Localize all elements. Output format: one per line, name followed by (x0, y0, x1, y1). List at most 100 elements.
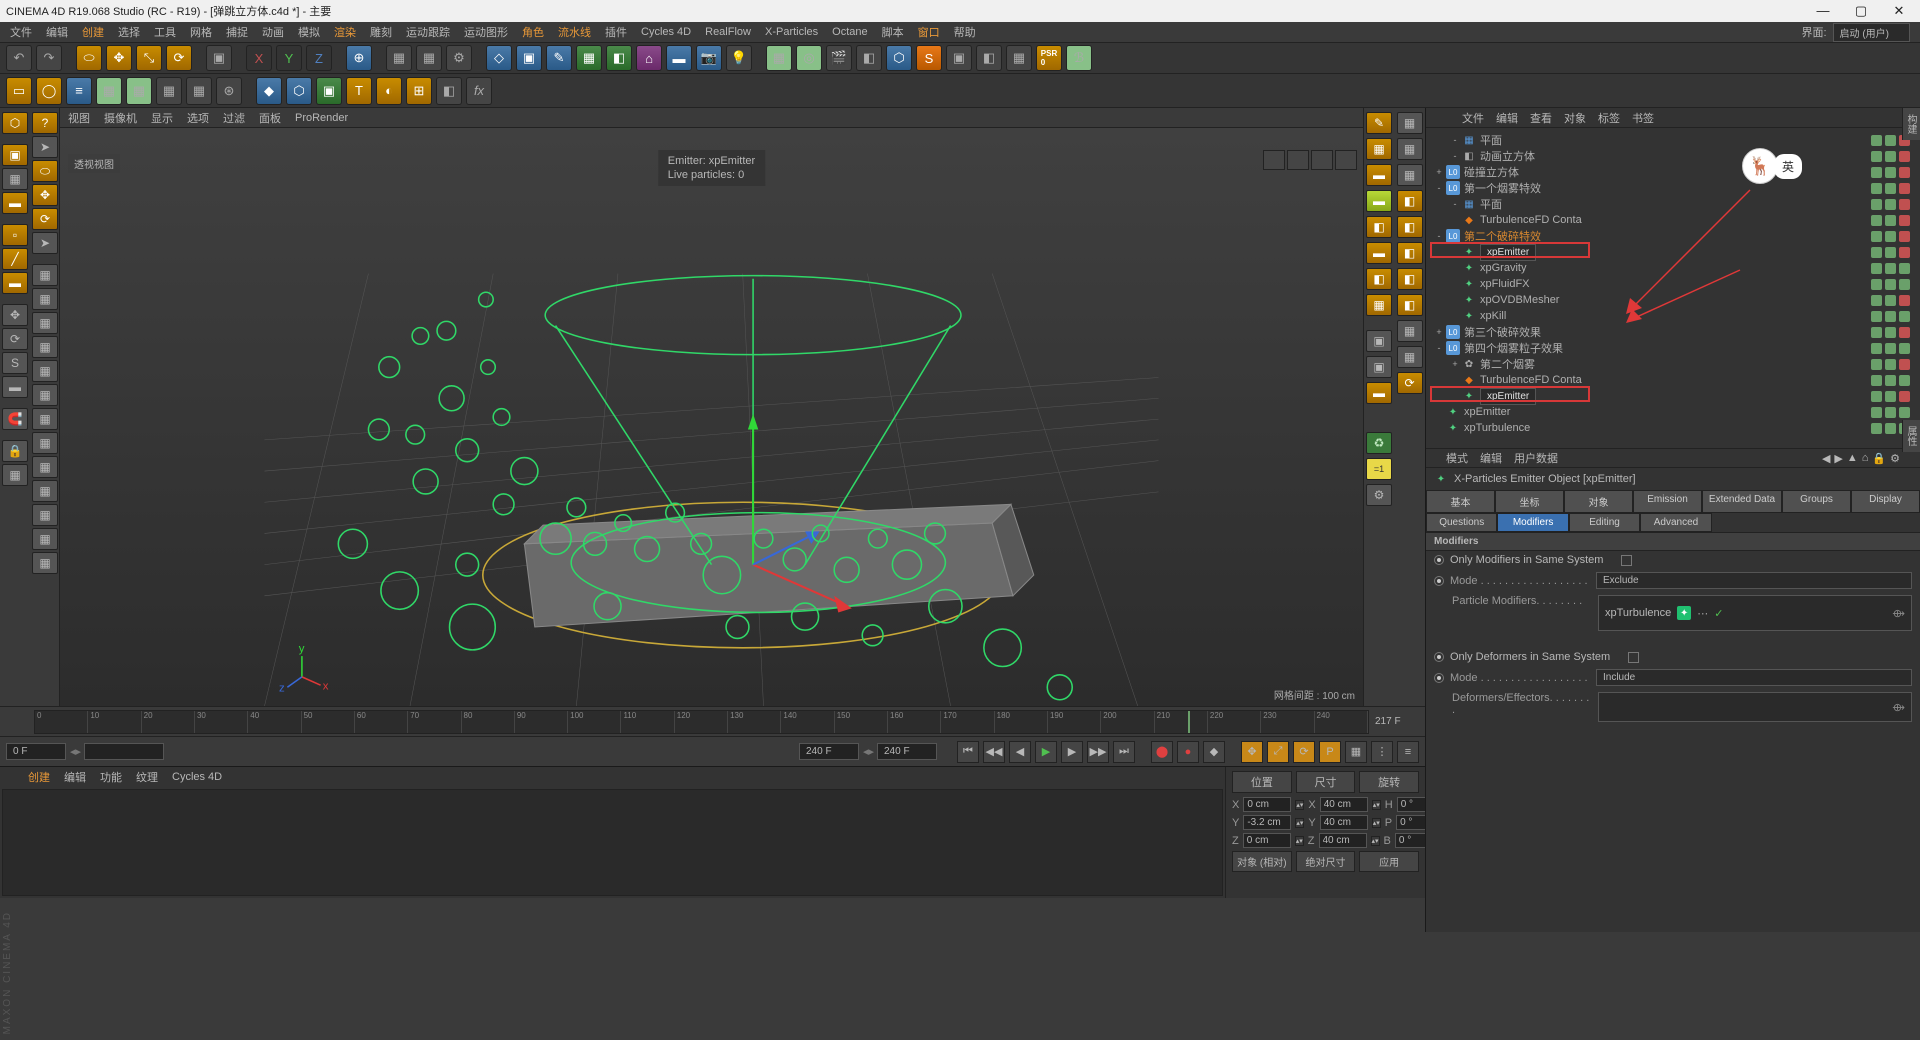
swatch-e[interactable]: ▦ (32, 360, 58, 382)
maximize-button[interactable]: ▢ (1846, 3, 1876, 19)
menu-create[interactable]: 创建 (82, 24, 104, 40)
visibility-dot[interactable] (1885, 199, 1896, 210)
magnet-button[interactable]: 🧲 (2, 408, 28, 430)
menu-snap[interactable]: 捕捉 (226, 24, 248, 40)
plugin-d-button[interactable]: ℬ (1066, 45, 1092, 71)
null-button[interactable]: ◇ (486, 45, 512, 71)
bend-button[interactable]: ⌂ (636, 45, 662, 71)
livesel-button[interactable]: ⬭ (32, 160, 58, 182)
object-name[interactable]: xpGravity (1480, 262, 1526, 274)
coord-objrel-select[interactable]: 对象 (相对) (1232, 851, 1292, 872)
object-name[interactable]: TurbulenceFD Conta (1480, 214, 1582, 226)
om-row[interactable]: ✦xpOVDBMesher (1426, 292, 1920, 308)
plugin-a-button[interactable]: ▣ (946, 45, 972, 71)
keyframe-button[interactable]: ◆ (1203, 741, 1225, 763)
om-tab-tag[interactable]: 标签 (1598, 110, 1620, 126)
swatch-c[interactable]: ▦ (32, 312, 58, 334)
swatch-d[interactable]: ▦ (32, 336, 58, 358)
next-frame-button[interactable]: ▶ (1061, 741, 1083, 763)
point-mode-button[interactable]: ▫ (2, 224, 28, 246)
menu-select[interactable]: 选择 (118, 24, 140, 40)
snap-button[interactable]: S (2, 352, 28, 374)
spinner[interactable]: ▴▾ (1372, 800, 1381, 810)
floor-button[interactable]: ▬ (666, 45, 692, 71)
preset-h[interactable]: ⬡ (286, 77, 312, 105)
swatch-i[interactable]: ▦ (32, 456, 58, 478)
om-row[interactable]: +L0第三个破碎效果 (1426, 324, 1920, 340)
axis-z-button[interactable]: Z (306, 45, 332, 71)
menu-realflow[interactable]: RealFlow (705, 26, 751, 38)
mograph-cloner-button[interactable]: ▦ (766, 45, 792, 71)
frame-end2-input[interactable] (877, 743, 937, 760)
lock-button[interactable]: 🔒 (2, 440, 28, 462)
timeline-ruler[interactable]: 0102030405060708090100110120130140150160… (34, 710, 1369, 734)
mograph-effector-button[interactable]: ◎ (796, 45, 822, 71)
mat-tab-edit[interactable]: 编辑 (64, 769, 86, 785)
menu-plugins[interactable]: 插件 (605, 24, 627, 40)
mat-tab-tex[interactable]: 纹理 (136, 769, 158, 785)
palette-f[interactable]: ▬ (1366, 242, 1392, 264)
om-tab-bm[interactable]: 书签 (1632, 110, 1654, 126)
om-row[interactable]: ◆TurbulenceFD Conta (1426, 372, 1920, 388)
menu-scripts[interactable]: 脚本 (882, 24, 904, 40)
visibility-dot[interactable] (1899, 183, 1910, 194)
visibility-dot[interactable] (1885, 311, 1896, 322)
object-name[interactable]: TurbulenceFD Conta (1480, 374, 1582, 386)
key-rot-button[interactable]: ⟳ (1293, 741, 1315, 763)
attr-tab-advanced[interactable]: Advanced (1640, 513, 1711, 532)
swatch-k[interactable]: ▦ (32, 504, 58, 526)
preset-a[interactable]: ≡ (66, 77, 92, 105)
swatch-b[interactable]: ▦ (32, 288, 58, 310)
swatch-m[interactable]: ▦ (32, 552, 58, 574)
gear-button[interactable]: ⚙ (1366, 484, 1392, 506)
menu-render[interactable]: 渲染 (334, 24, 356, 40)
poly-mode-button[interactable]: ▬ (2, 272, 28, 294)
key-pla-button[interactable]: ▦ (1345, 741, 1367, 763)
menu-xparticles[interactable]: X-Particles (765, 26, 818, 38)
object-name[interactable]: 第二个烟雾 (1480, 356, 1535, 372)
visibility-dot[interactable] (1885, 247, 1896, 258)
goto-start-button[interactable]: ⏮ (957, 741, 979, 763)
palette-k[interactable]: ▬ (1366, 382, 1392, 404)
attr-tab-coord[interactable]: 坐标 (1495, 490, 1564, 513)
rotate-tool[interactable]: ⟳ (166, 45, 192, 71)
preset-l[interactable]: ◧ (436, 77, 462, 105)
frame-slider-input[interactable] (84, 743, 164, 760)
preset-fx[interactable]: fx (466, 77, 492, 105)
visibility-dot[interactable] (1885, 327, 1896, 338)
preset-i[interactable]: ▣ (316, 77, 342, 105)
visibility-dot[interactable] (1899, 407, 1910, 418)
om-row[interactable]: +✿第二个烟雾 (1426, 356, 1920, 372)
undo-button[interactable]: ↶ (6, 45, 32, 71)
move-tool[interactable]: ✥ (106, 45, 132, 71)
visibility-dot[interactable] (1871, 263, 1882, 274)
palette-h[interactable]: ▦ (1366, 294, 1392, 316)
attr-tab-editing[interactable]: Editing (1569, 513, 1640, 532)
om-row[interactable]: -L0第四个烟雾粒子效果 (1426, 340, 1920, 356)
only-def-radio[interactable] (1434, 652, 1444, 662)
only-def-check[interactable] (1628, 652, 1639, 663)
preset-e[interactable]: ▦ (186, 77, 212, 105)
preset-text[interactable]: T (346, 77, 372, 105)
menu-track[interactable]: 运动跟踪 (406, 24, 450, 40)
edge-mode-button[interactable]: ╱ (2, 248, 28, 270)
prev-frame-button[interactable]: ◀ (1009, 741, 1031, 763)
record-button[interactable]: ⬤ (1151, 741, 1173, 763)
visibility-dot[interactable] (1899, 343, 1910, 354)
visibility-dot[interactable] (1899, 279, 1910, 290)
om-tab-file[interactable]: 文件 (1462, 110, 1484, 126)
palette2-i[interactable]: ▦ (1397, 320, 1423, 342)
preset-f[interactable]: ⊛ (216, 77, 242, 105)
frame-start-input[interactable] (6, 743, 66, 760)
texture-mode-button[interactable]: ▦ (2, 168, 28, 190)
palette-g[interactable]: ◧ (1366, 268, 1392, 290)
om-row[interactable]: ✦xpFluidFX (1426, 276, 1920, 292)
visibility-dot[interactable] (1871, 247, 1882, 258)
visibility-dot[interactable] (1885, 279, 1896, 290)
visibility-dot[interactable] (1885, 391, 1896, 402)
only-mod-radio[interactable] (1434, 555, 1444, 565)
object-name[interactable]: 第三个破碎效果 (1464, 324, 1541, 340)
key-list-button[interactable]: ≡ (1397, 741, 1419, 763)
menu-sculpt[interactable]: 雕刻 (370, 24, 392, 40)
key-pos-button[interactable]: ✥ (1241, 741, 1263, 763)
